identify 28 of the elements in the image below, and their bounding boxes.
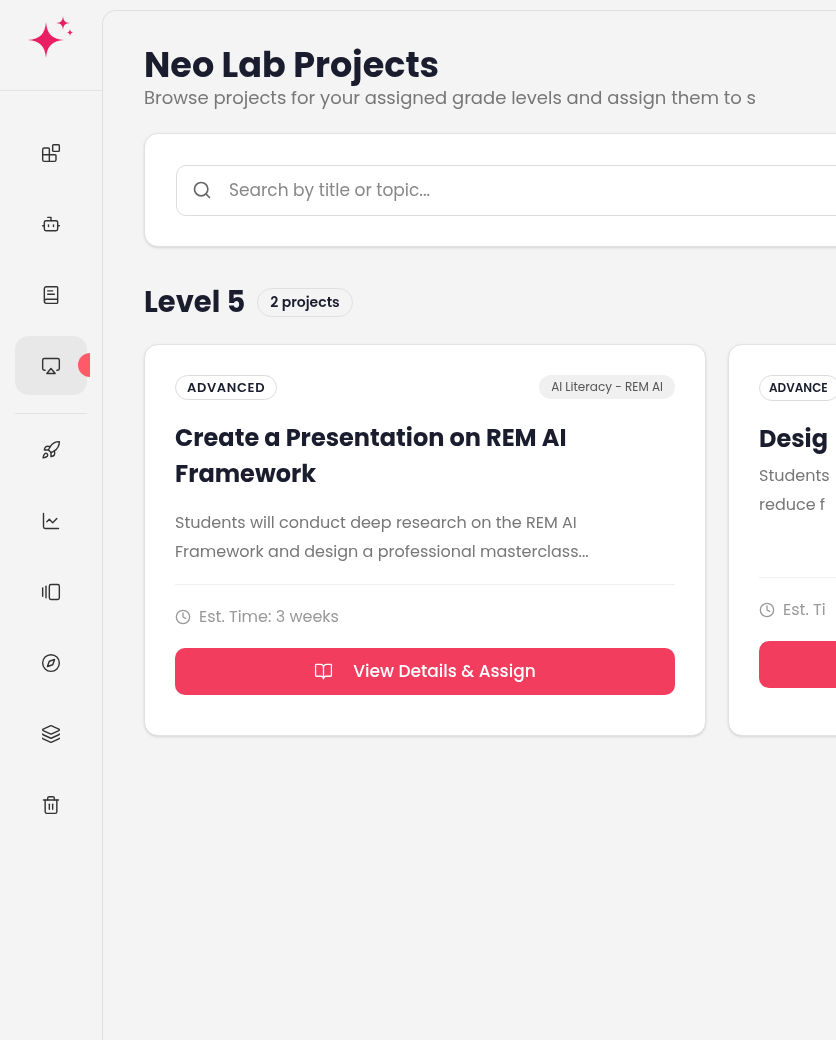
- search-icon: [192, 179, 212, 200]
- line-chart-icon: [41, 510, 61, 531]
- page-title: Neo Lab Projects: [144, 44, 441, 86]
- trash-icon: [41, 794, 61, 815]
- gallery-icon: [41, 581, 61, 602]
- estimated-time: Est. Time: 3 weeks: [199, 605, 339, 629]
- rocket-icon: [41, 439, 61, 460]
- topic-tag: AI Literacy - REM AI: [539, 375, 675, 400]
- compass-icon: [41, 652, 61, 673]
- clock-icon: [759, 601, 775, 618]
- screen-cast-icon: [41, 355, 61, 376]
- page-subtitle: Browse projects for your assigned grade levels and assign them to s: [144, 86, 757, 110]
- estimated-time: Est. Ti: [783, 597, 826, 622]
- clock-icon: [175, 609, 191, 625]
- project-description: reduce f: [759, 491, 827, 518]
- book-icon: [314, 662, 334, 681]
- level-heading: Level 5: [144, 281, 246, 324]
- sidebar-item[interactable]: [15, 336, 87, 395]
- view-details-button[interactable]: View Details & Assign: [175, 648, 675, 695]
- blocks-icon: [41, 142, 61, 163]
- search-field[interactable]: Search by title or topic...: [176, 164, 836, 216]
- project-title: Desig: [759, 420, 829, 457]
- project-description: Students will conduct deep research on the REM AI Framework and design a professional masterclass...: [175, 510, 590, 565]
- project-title: Create a Presentation on REM AI Framework: [175, 420, 568, 492]
- layers-icon: [41, 723, 61, 744]
- project-description: Students: [759, 462, 831, 489]
- project-count: 2 projects: [257, 288, 353, 318]
- book-icon: [41, 284, 61, 305]
